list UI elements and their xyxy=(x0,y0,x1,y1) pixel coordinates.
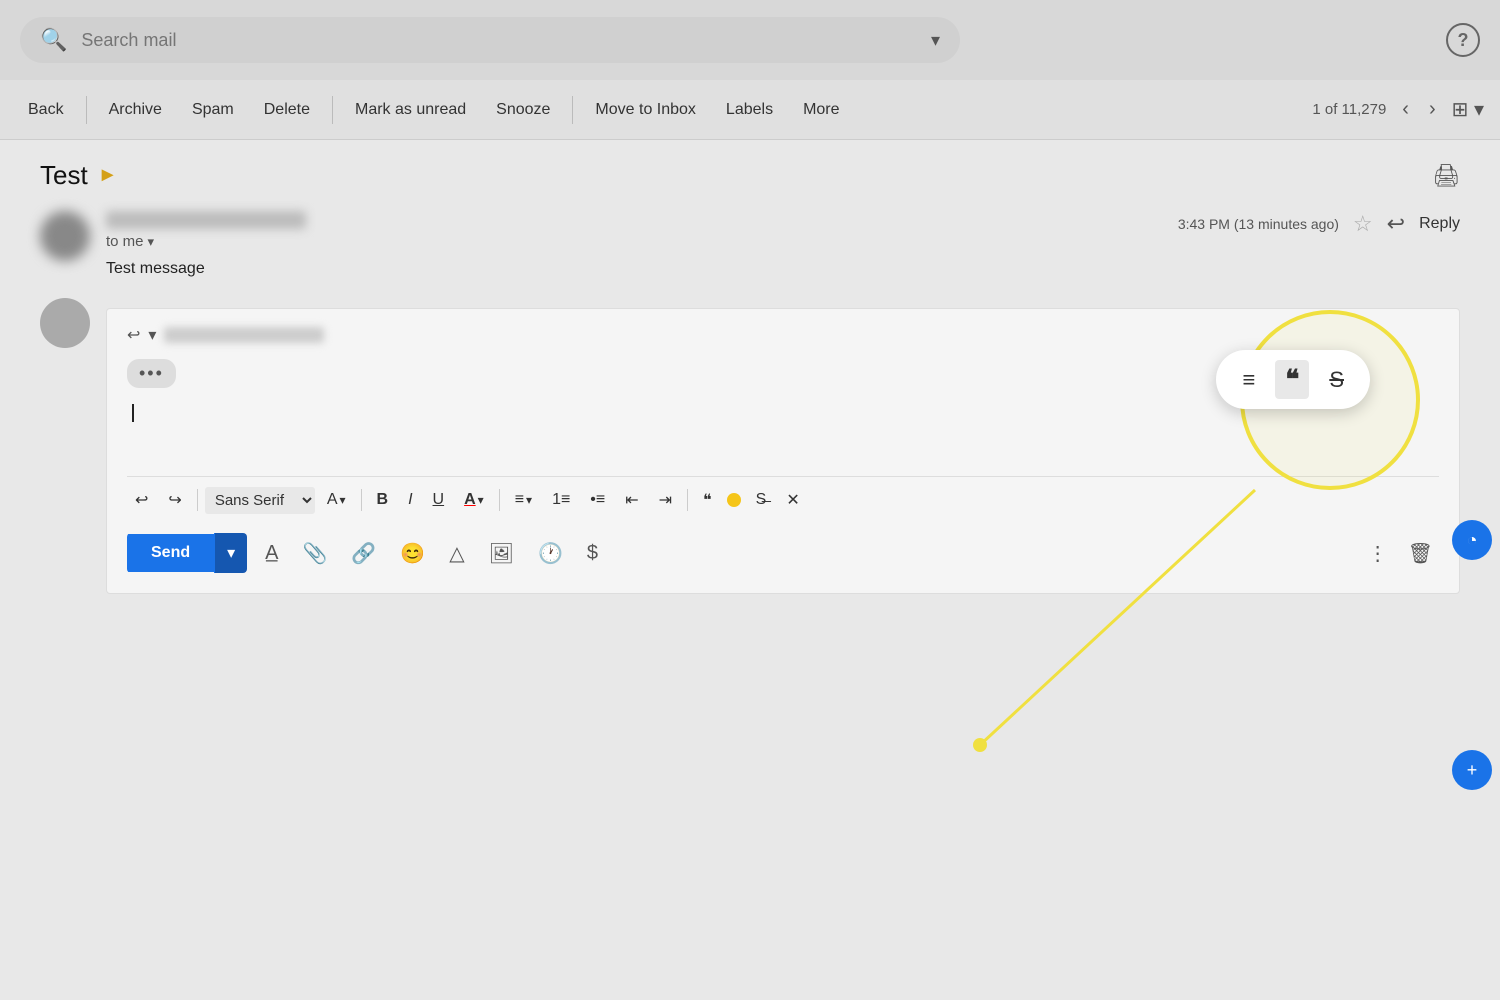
sender-name xyxy=(106,211,306,229)
reply-button[interactable]: Reply xyxy=(1419,215,1460,233)
bottom-right-icons: ⋮ 🗑 xyxy=(1362,535,1439,572)
dollar-icon[interactable]: $ xyxy=(581,536,604,571)
indent-less-button[interactable]: ⇤ xyxy=(617,485,646,515)
email-subject: Test ► xyxy=(40,160,117,191)
labels-button[interactable]: Labels xyxy=(714,93,785,127)
to-me-dropdown[interactable]: ▾ xyxy=(148,234,155,250)
to-me: to me ▾ xyxy=(106,233,306,250)
grid-icon[interactable]: ⊞ ▾ xyxy=(1452,97,1484,122)
sender-info: to me ▾ xyxy=(106,211,306,250)
search-input[interactable] xyxy=(81,30,917,51)
strikethrough-button[interactable]: S̶ xyxy=(748,486,775,514)
bullet-list-button[interactable]: •≡ xyxy=(582,486,613,514)
send-button[interactable]: Send xyxy=(127,534,214,572)
toolbar-nav: ‹ › xyxy=(1394,94,1443,125)
search-bar: 🔍 ▾ ? xyxy=(0,0,1500,80)
fmt-sep-1 xyxy=(197,489,198,511)
side-circle-top[interactable]: ◔ xyxy=(1452,520,1492,560)
back-button[interactable]: Back xyxy=(16,93,76,127)
archive-button[interactable]: Archive xyxy=(97,93,174,127)
move-to-inbox-button[interactable]: Move to Inbox xyxy=(583,93,708,127)
subject-text: Test xyxy=(40,160,88,191)
bold-button[interactable]: B xyxy=(369,486,397,514)
email-time: 3:43 PM (13 minutes ago) xyxy=(1178,216,1339,232)
label-icon: ► xyxy=(98,164,118,187)
bottom-actions: Send ▾ A̲ 📎 🔗 😊 △ 🖼 🕐 $ ⋮ 🗑 xyxy=(127,523,1439,577)
side-circle-icon: ◔ xyxy=(1467,530,1478,551)
numbered-list-button[interactable]: 1≡ xyxy=(544,486,578,514)
link-icon[interactable]: 🔗 xyxy=(345,535,382,572)
star-icon[interactable]: ☆ xyxy=(1353,211,1373,237)
font-color-button[interactable]: A ▾ xyxy=(456,486,492,514)
send-dropdown-button[interactable]: ▾ xyxy=(214,533,247,573)
email-body: to me ▾ 3:43 PM (13 minutes ago) ☆ ↩ Rep… xyxy=(106,211,1460,278)
underline-button[interactable]: U xyxy=(425,486,453,514)
indent-more-button[interactable]: ⇥ xyxy=(651,485,680,515)
next-email-button[interactable]: › xyxy=(1421,94,1444,125)
drive-icon[interactable]: △ xyxy=(443,535,470,572)
image-icon[interactable]: 🖼 xyxy=(483,535,520,572)
toolbar-divider-1 xyxy=(86,96,87,124)
font-size-button[interactable]: A ▾ xyxy=(319,486,354,514)
email-body-text: Test message xyxy=(106,260,1460,278)
toolbar-divider-2 xyxy=(332,96,333,124)
email-sender-row: to me ▾ 3:43 PM (13 minutes ago) ☆ ↩ Rep… xyxy=(106,211,1460,250)
print-icon[interactable]: 🖨 xyxy=(1432,163,1460,189)
attach-icon[interactable]: 📎 xyxy=(297,535,334,572)
email-count: 1 of 11,279 xyxy=(1312,101,1386,118)
spam-button[interactable]: Spam xyxy=(180,93,246,127)
reply-compose-wrapper: ↩ ▾ ••• ↩ ↪ Sans Serif Serif Monospa xyxy=(40,298,1460,594)
delete-button[interactable]: Delete xyxy=(252,93,322,127)
align-button[interactable]: ≡ ▾ xyxy=(507,486,540,514)
mark-unread-button[interactable]: Mark as unread xyxy=(343,93,478,127)
italic-button[interactable]: I xyxy=(400,486,420,514)
format-toolbar: ↩ ↪ Sans Serif Serif Monospace A ▾ B I U… xyxy=(127,476,1439,523)
clear-format-button[interactable]: ✕ xyxy=(778,485,807,515)
snooze-button[interactable]: Snooze xyxy=(484,93,562,127)
email-message: to me ▾ 3:43 PM (13 minutes ago) ☆ ↩ Rep… xyxy=(40,211,1460,278)
reply-to-address xyxy=(164,327,324,343)
avatar xyxy=(40,211,90,261)
compose-cursor xyxy=(132,404,134,422)
schedule-icon[interactable]: 🕐 xyxy=(532,535,569,572)
reply-header: ↩ ▾ xyxy=(127,325,1439,345)
fmt-sep-4 xyxy=(687,489,688,511)
floating-toolbar: ≡ ❝ S xyxy=(1216,350,1370,409)
float-quote-button[interactable]: ❝ xyxy=(1275,360,1309,399)
side-circle-bottom-icon: + xyxy=(1467,760,1478,781)
yellow-dot xyxy=(727,493,741,507)
email-toolbar: Back Archive Spam Delete Mark as unread … xyxy=(0,80,1500,140)
reply-compose-icon: ↩ xyxy=(127,325,140,345)
redo-button[interactable]: ↪ xyxy=(160,485,189,515)
search-dropdown-icon[interactable]: ▾ xyxy=(931,30,940,51)
send-button-group: Send ▾ xyxy=(127,533,247,573)
fmt-sep-2 xyxy=(361,489,362,511)
prev-email-button[interactable]: ‹ xyxy=(1394,94,1417,125)
search-icon: 🔍 xyxy=(40,27,67,53)
help-icon[interactable]: ? xyxy=(1446,23,1480,57)
more-options-button[interactable]: ⋮ xyxy=(1362,535,1394,572)
toolbar-right: 1 of 11,279 ‹ › ⊞ ▾ xyxy=(1306,94,1484,125)
fmt-sep-3 xyxy=(499,489,500,511)
more-button[interactable]: More xyxy=(791,93,851,127)
undo-button[interactable]: ↩ xyxy=(127,485,156,515)
emoji-icon[interactable]: 😊 xyxy=(394,535,431,572)
reply-icon[interactable]: ↩ xyxy=(1387,211,1405,237)
search-input-wrapper[interactable]: 🔍 ▾ xyxy=(20,17,960,63)
side-circle-bottom[interactable]: + xyxy=(1452,750,1492,790)
reply-avatar xyxy=(40,298,90,348)
float-strikethrough-button[interactable]: S xyxy=(1321,363,1352,397)
quote-button[interactable]: ❝ xyxy=(695,485,720,515)
text-format-icon[interactable]: A̲ xyxy=(259,536,284,571)
toolbar-divider-3 xyxy=(572,96,573,124)
email-meta-right: 3:43 PM (13 minutes ago) ☆ ↩ Reply xyxy=(1178,211,1460,237)
font-select[interactable]: Sans Serif Serif Monospace xyxy=(205,487,315,514)
float-menu-button[interactable]: ≡ xyxy=(1234,363,1263,397)
delete-draft-button[interactable]: 🗑 xyxy=(1402,535,1439,572)
email-subject-row: Test ► 🖨 xyxy=(40,160,1460,191)
reply-dropdown-arrow[interactable]: ▾ xyxy=(148,325,156,345)
compose-more-dots[interactable]: ••• xyxy=(127,359,176,388)
